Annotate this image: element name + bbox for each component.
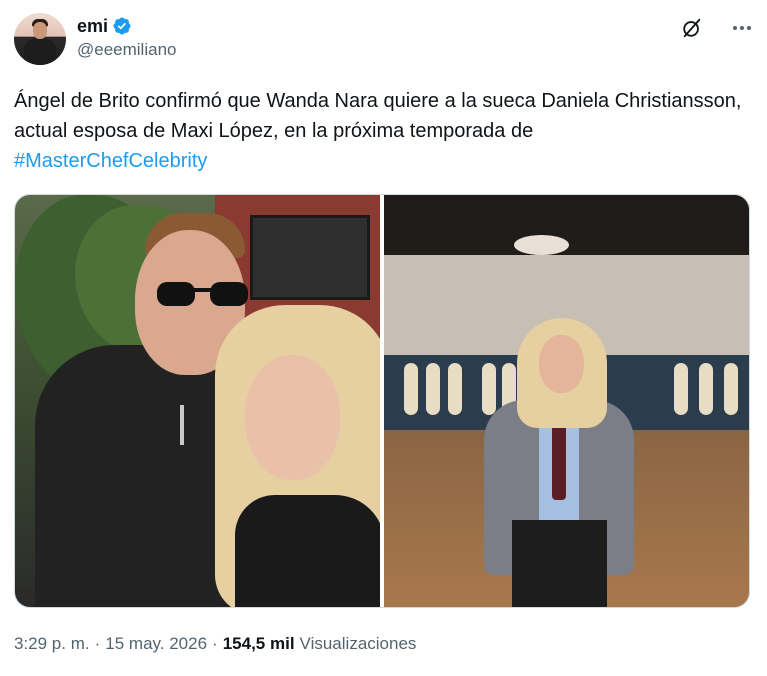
tweet-meta: 3:29 p. m. · 15 may. 2026 · 154,5 mil Vi… [14, 634, 416, 654]
grok-icon[interactable] [681, 17, 703, 39]
avatar-head [33, 22, 47, 39]
author-display-name[interactable]: emi [77, 16, 108, 37]
views-count: 154,5 mil [222, 634, 295, 653]
avatar[interactable] [14, 13, 66, 65]
avatar-body [24, 39, 56, 65]
author-display-name-row[interactable]: emi [77, 14, 176, 38]
photo-person-face [539, 335, 584, 393]
photo-arch [482, 363, 496, 415]
photo-arch [699, 363, 713, 415]
photo-arch [426, 363, 440, 415]
author-names: emi @eeemiliano [77, 14, 176, 60]
tweet-card: emi @eeemiliano Ángel de Brito confirmó … [0, 0, 767, 676]
tweet-time[interactable]: 3:29 p. m. [14, 634, 90, 654]
photo-woman-jacket [235, 495, 380, 607]
photo-arch [724, 363, 738, 415]
photo-lamp [514, 235, 569, 255]
hashtag-link[interactable]: #MasterChefCelebrity [14, 150, 207, 172]
photo-arch [404, 363, 418, 415]
sunglasses-shape [157, 282, 248, 306]
meta-separator: · [212, 634, 218, 653]
photo-necklace [180, 405, 184, 445]
author-handle[interactable]: @eeemiliano [77, 40, 176, 60]
photo-arch [674, 363, 688, 415]
views-label: Visualizaciones [299, 634, 417, 653]
more-icon[interactable] [731, 17, 753, 39]
meta-separator: · [94, 634, 101, 653]
photo-arch [448, 363, 462, 415]
tweet-text: Ángel de Brito confirmó que Wanda Nara q… [14, 86, 754, 176]
tweet-date[interactable]: 15 may. 2026 [105, 634, 207, 654]
photo-bg-sign [250, 215, 370, 300]
tweet-media [14, 194, 750, 608]
more-dot [740, 26, 744, 30]
photo-person-skirt [512, 520, 607, 607]
more-dot [747, 26, 751, 30]
verified-badge-icon [113, 17, 131, 35]
masterchef-set-photo[interactable] [384, 195, 749, 607]
more-dot [733, 26, 737, 30]
tweet-body: Ángel de Brito confirmó que Wanda Nara q… [14, 90, 742, 142]
tweet-header: emi @eeemiliano [14, 13, 753, 69]
couple-selfie-photo[interactable] [15, 195, 380, 607]
photo-woman-face [245, 355, 340, 480]
